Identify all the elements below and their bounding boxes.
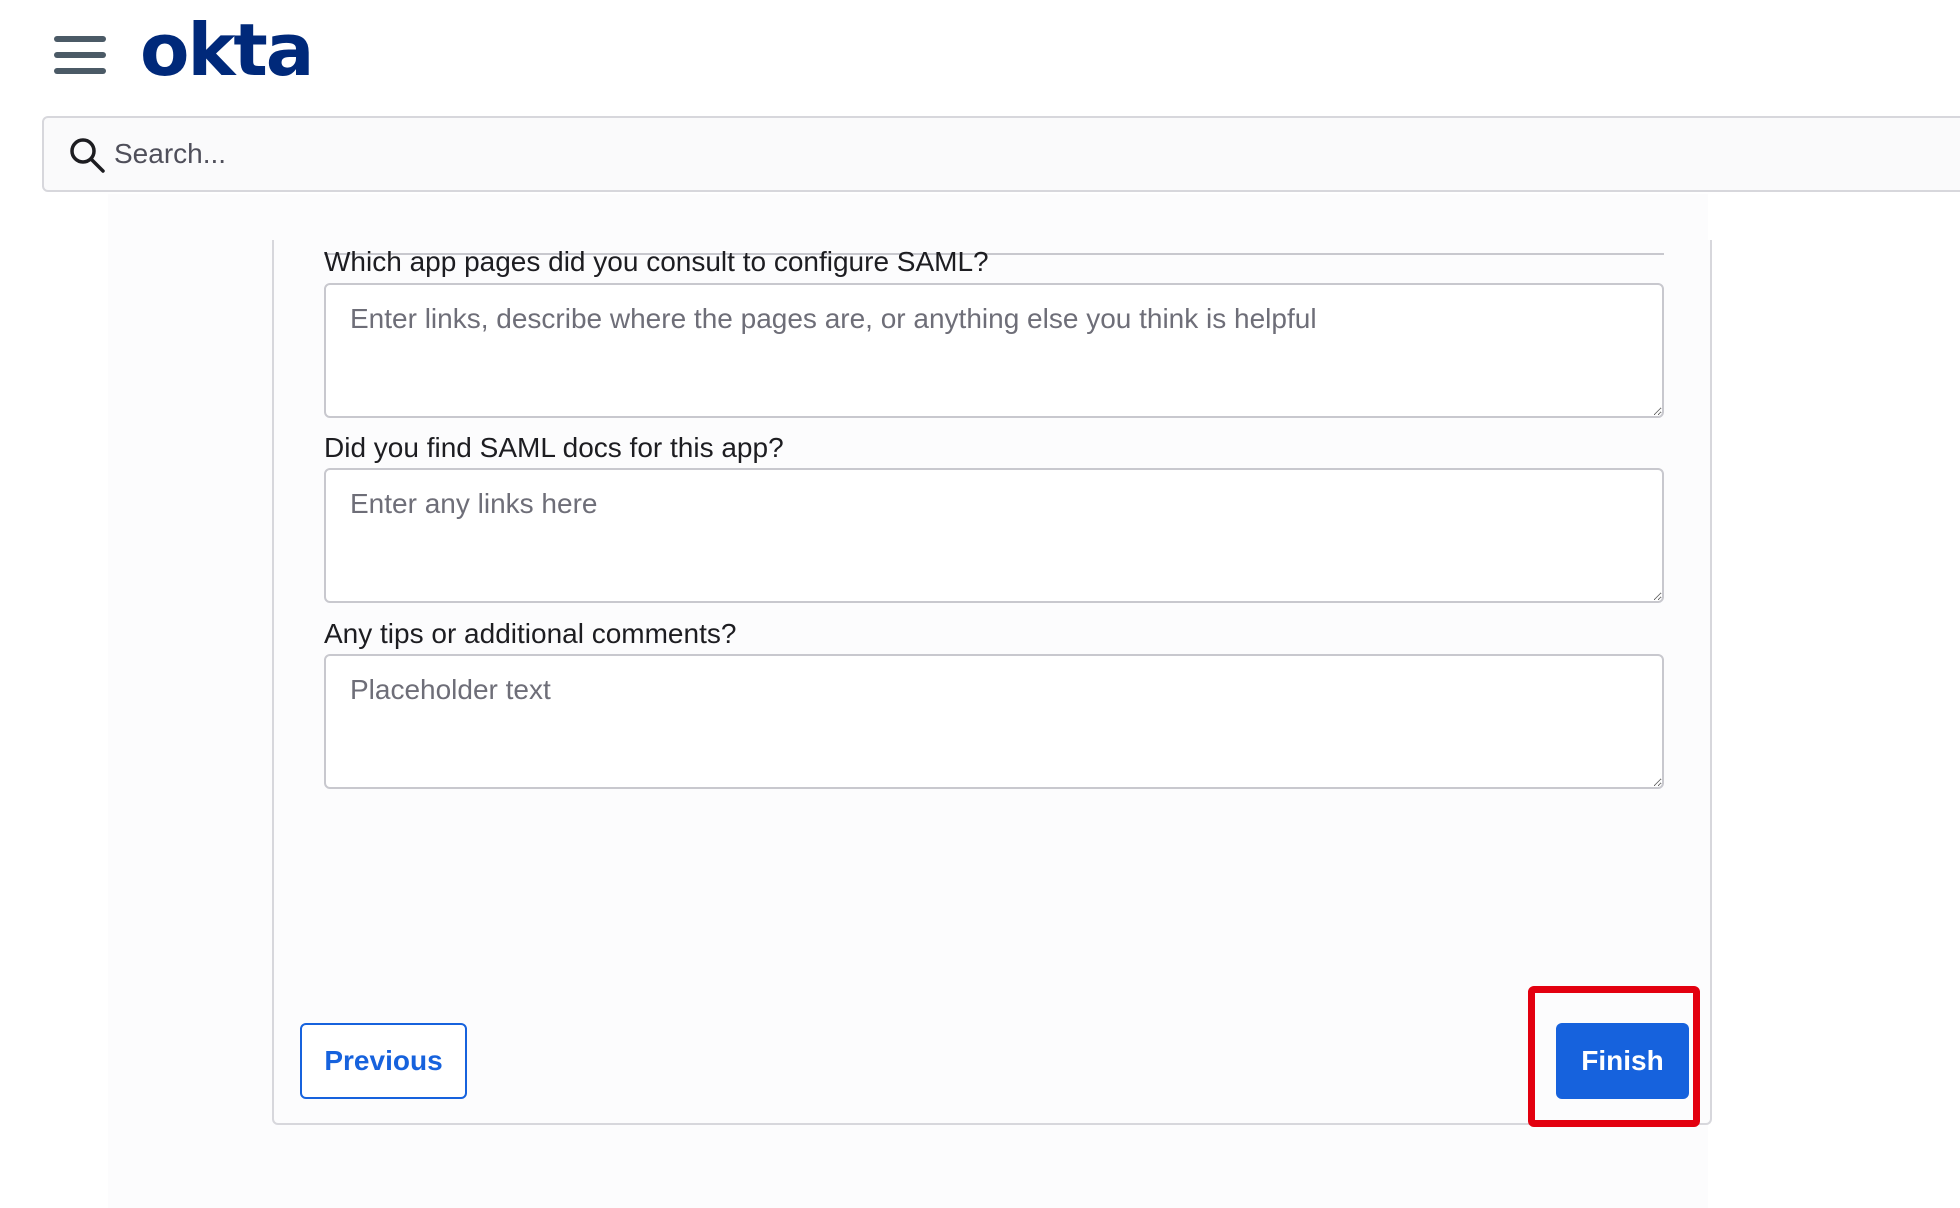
search-bar[interactable] [42, 116, 1960, 192]
top-bar: okta [0, 0, 1960, 110]
app-pages-textarea[interactable] [324, 283, 1664, 418]
saml-feedback-form: Which app pages did you consult to confi… [272, 240, 1712, 1125]
okta-logo[interactable]: okta [140, 14, 314, 86]
comments-textarea[interactable] [324, 654, 1664, 789]
field-label-app-pages: Which app pages did you consult to confi… [324, 246, 989, 277]
search-input[interactable] [112, 128, 1912, 180]
saml-docs-textarea[interactable] [324, 468, 1664, 603]
previous-button[interactable]: Previous [300, 1023, 467, 1099]
field-label-saml-docs: Did you find SAML docs for this app? [324, 432, 784, 463]
hamburger-menu-icon[interactable] [54, 36, 106, 74]
search-icon [70, 138, 105, 173]
finish-button[interactable]: Finish [1556, 1023, 1689, 1099]
field-label-comments: Any tips or additional comments? [324, 618, 737, 649]
